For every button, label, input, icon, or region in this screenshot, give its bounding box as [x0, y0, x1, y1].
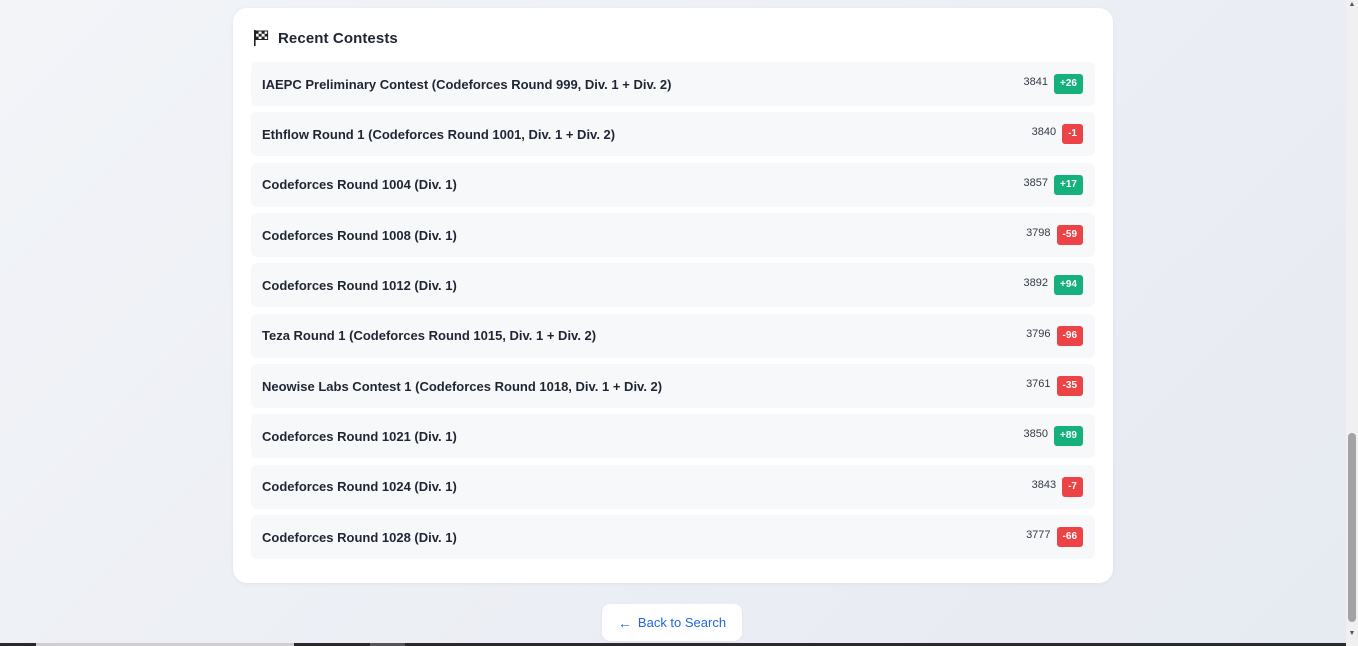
flag-icon	[252, 29, 270, 47]
contest-row[interactable]: Neowise Labs Contest 1 (Codeforces Round…	[251, 364, 1095, 409]
contest-name: Codeforces Round 1012 (Div. 1)	[262, 277, 457, 293]
contest-name: Codeforces Round 1024 (Div. 1)	[262, 479, 457, 495]
contest-name: Codeforces Round 1004 (Div. 1)	[262, 177, 457, 193]
rating-change-badge: -1	[1062, 124, 1083, 145]
contest-row[interactable]: Codeforces Round 1012 (Div. 1) 3892 +94	[251, 263, 1095, 308]
rating-group: 3796 -96	[1026, 325, 1083, 346]
page-scrollbar[interactable]: ▲ ▼	[1346, 0, 1358, 646]
rating-change-badge: +94	[1054, 275, 1083, 296]
contest-row[interactable]: Codeforces Round 1021 (Div. 1) 3850 +89	[251, 414, 1095, 459]
contest-row[interactable]: IAEPC Preliminary Contest (Codeforces Ro…	[251, 62, 1095, 106]
rating-group: 3850 +89	[1023, 426, 1083, 447]
rating-group: 3761 -35	[1026, 376, 1083, 397]
rating-group: 3841 +26	[1024, 74, 1083, 94]
new-rating: 3892	[1023, 277, 1049, 290]
contest-row[interactable]: Ethflow Round 1 (Codeforces Round 1001, …	[251, 112, 1095, 157]
contest-name: Codeforces Round 1028 (Div. 1)	[262, 529, 457, 545]
contest-row[interactable]: Codeforces Round 1008 (Div. 1) 3798 -59	[251, 213, 1095, 258]
rating-group: 3840 -1	[1031, 124, 1083, 145]
scroll-up-arrow-icon[interactable]: ▲	[1348, 1, 1356, 9]
rating-change-badge: -66	[1056, 527, 1083, 548]
new-rating: 3798	[1026, 227, 1051, 240]
rating-group: 3798 -59	[1026, 225, 1083, 246]
rating-change-badge: -35	[1056, 376, 1083, 397]
contest-row[interactable]: Codeforces Round 1004 (Div. 1) 3857 +17	[251, 162, 1095, 207]
rating-group: 3892 +94	[1023, 275, 1083, 296]
rating-change-badge: -96	[1056, 325, 1083, 346]
rating-change-badge: -7	[1062, 476, 1083, 497]
new-rating: 3777	[1026, 529, 1051, 542]
back-to-search-button[interactable]: ← Back to Search	[602, 604, 742, 641]
rating-change-badge: +26	[1054, 74, 1083, 94]
new-rating: 3850	[1023, 428, 1049, 441]
new-rating: 3857	[1023, 176, 1049, 189]
new-rating: 3840	[1031, 126, 1057, 139]
rating-group: 3857 +17	[1023, 174, 1083, 195]
contest-name: Ethflow Round 1 (Codeforces Round 1001, …	[262, 126, 616, 142]
contest-row[interactable]: Teza Round 1 (Codeforces Round 1015, Div…	[251, 313, 1095, 358]
rating-change-badge: +17	[1054, 174, 1083, 195]
contest-name: Neowise Labs Contest 1 (Codeforces Round…	[262, 378, 663, 394]
new-rating: 3843	[1031, 478, 1057, 491]
back-button-label: Back to Search	[637, 615, 727, 630]
rating-change-badge: +89	[1054, 426, 1083, 447]
arrow-left-icon: ←	[617, 614, 632, 631]
new-rating: 3796	[1026, 327, 1051, 340]
scroll-thumb[interactable]	[1348, 433, 1356, 622]
contest-row[interactable]: Codeforces Round 1024 (Div. 1) 3843 -7	[251, 464, 1095, 509]
rating-group: 3777 -66	[1026, 527, 1083, 548]
contest-name: Codeforces Round 1021 (Div. 1)	[262, 428, 457, 444]
rating-group: 3843 -7	[1031, 476, 1083, 497]
section-title: Recent Contests	[278, 29, 398, 47]
scroll-down-arrow-icon[interactable]: ▼	[1348, 630, 1356, 638]
new-rating: 3761	[1026, 378, 1051, 391]
contest-list: IAEPC Preliminary Contest (Codeforces Ro…	[251, 62, 1095, 565]
new-rating: 3841	[1023, 76, 1049, 88]
contest-name: Codeforces Round 1008 (Div. 1)	[262, 227, 457, 243]
contest-name: Teza Round 1 (Codeforces Round 1015, Div…	[262, 328, 597, 344]
recent-contests-card: Recent Contests IAEPC Preliminary Contes…	[233, 8, 1113, 583]
card-header: Recent Contests	[252, 28, 398, 48]
rating-change-badge: -59	[1056, 225, 1083, 246]
contest-name: IAEPC Preliminary Contest (Codeforces Ro…	[262, 76, 672, 92]
contest-row[interactable]: Codeforces Round 1028 (Div. 1) 3777 -66	[251, 515, 1095, 560]
